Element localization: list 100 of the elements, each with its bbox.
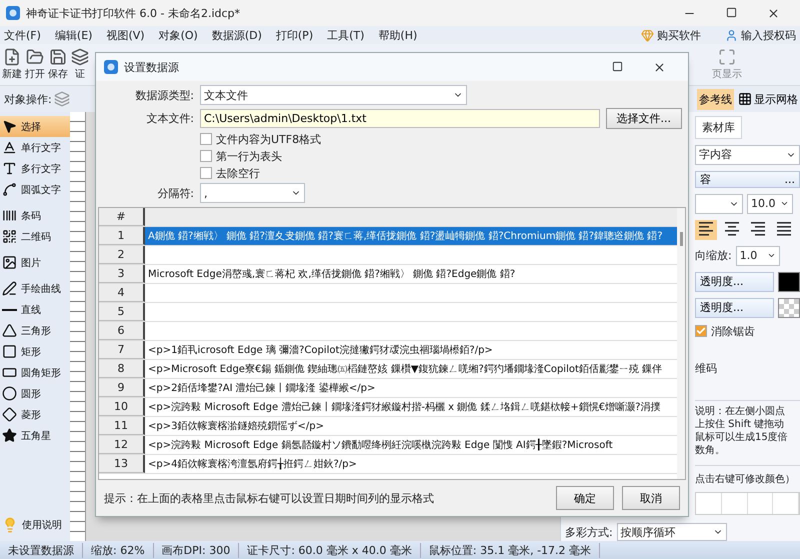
field-label: 数据源类型: [134,88,194,102]
checkbox-label: 文件内容为UTF8格式 [216,132,322,146]
tool-button[interactable]: 圆形 [0,383,70,404]
maximize-icon[interactable] [726,6,737,18]
status-text: 画布DPI: 300 [154,542,240,558]
scale-field[interactable]: 1.0 [736,246,780,266]
panel-tab[interactable]: 素材库 [695,116,742,139]
menu-item[interactable]: 打印(P) [276,28,314,42]
tool-button[interactable]: 多行文字 [0,158,70,179]
fill-button[interactable]: 透明度... [695,272,774,292]
grid-button[interactable]: 显示网格 [736,88,800,110]
content-select[interactable]: 字内容 [695,145,800,165]
folder-icon [26,48,44,66]
checkbox-label: 去除空行 [216,166,260,180]
row-number: 6 [99,322,145,340]
scrollbar[interactable] [677,208,685,479]
qr-code-icon [2,229,17,244]
field-label: 维码 [695,360,718,376]
field-label: 多彩方式: [565,524,613,540]
tool-button[interactable]: 二维码 [0,226,70,247]
license-link[interactable]: 输入授权码 [725,28,796,42]
menu-item[interactable]: 文件(F) [4,28,41,42]
pointer-icon [2,119,17,134]
tool-button[interactable]: 三角形 [0,320,70,341]
save-icon [49,48,67,66]
circle-icon [2,386,17,401]
type-select[interactable]: 文本文件 [200,85,467,105]
text-icon [2,161,17,176]
help-text: 数角。 [695,444,726,457]
close-icon[interactable] [767,6,780,20]
checkbox[interactable] [695,325,707,338]
layers-icon [54,91,70,107]
square-icon [2,344,17,359]
toolbar-button[interactable]: 证 [70,48,90,81]
tool-button[interactable]: 圆角矩形 [0,362,70,383]
barcode-icon [2,208,17,223]
checkbox[interactable] [200,150,212,162]
guides-button[interactable]: 参考线 [697,88,734,110]
maximize-icon[interactable] [612,60,623,72]
row-number: 7 [99,341,145,359]
menu-item[interactable]: 编辑(E) [54,28,92,42]
toolbar-button[interactable]: 打开 [24,48,46,81]
row-number: 4 [99,284,145,302]
buy-link[interactable]: 购买软件 [641,28,701,42]
align-button[interactable] [695,220,717,240]
image-icon [2,255,17,270]
font-size-field[interactable]: 10.0 [747,194,793,214]
field-label: 文本文件: [145,111,194,126]
ok-button[interactable]: 确定 [556,486,614,510]
menu-item[interactable]: 对象(O) [158,28,198,42]
row-number: 3 [99,265,145,283]
checkbox[interactable] [200,167,212,179]
new-file-icon [3,48,21,66]
tool-button[interactable]: 条码 [0,205,70,226]
menu-item[interactable]: 数据源(D) [212,28,262,42]
row-number: 11 [99,417,145,435]
menu-item[interactable]: 视图(V) [106,28,145,42]
help-text: 鼠标可以生成15度倍 [695,430,789,444]
toolbar-button[interactable]: 新建 [1,48,23,81]
help-text: 上按住 Shift 键拖动 [695,418,786,431]
column-header: # [99,208,145,226]
row-number: 5 [99,303,145,321]
content-button[interactable]: 容 ... [695,170,800,188]
help-button[interactable]: 使用说明 [0,514,70,535]
status-text: 缩放: 62% [83,542,154,558]
diamond-icon [2,407,17,422]
row-number: 12 [99,436,145,454]
tool-button[interactable]: 直线 [0,299,70,320]
tool-button[interactable]: 单行文字 [0,137,70,158]
tool-button[interactable]: 选择 [0,116,70,137]
rectangle-icon [2,365,17,380]
file-path-field[interactable]: C:\Users\admin\Desktop\1.txt [200,109,600,128]
app-logo-icon [6,6,20,20]
toolbar-button[interactable]: 保存 [47,48,69,81]
cancel-button[interactable]: 取消 [622,486,680,510]
close-icon[interactable] [653,60,666,74]
tool-button[interactable]: 手绘曲线 [0,278,70,299]
row-number: 10 [99,398,145,416]
tool-button[interactable]: 矩形 [0,341,70,362]
table-cell[interactable]: A鍘佹 鍣?缃戦〉 鍘佹 鍣?澶夊叏鍘佹 鍣?寰ㄈ蒋,缂佸拢鍘佹 鍣?盪屾牳鍘佹 鍣?Chromium鍘佹 鍣?鍏聰逧鍘佹 鍣? [145,227,677,245]
tool-button[interactable]: 菱形 [0,404,70,425]
tool-button[interactable]: 圆弧文字 [0,179,70,200]
separator-select[interactable]: , [200,183,305,203]
color-swatch[interactable] [778,272,800,292]
checkbox[interactable] [200,133,212,145]
tool-button[interactable]: 图片 [0,252,70,273]
row-number: 9 [99,379,145,397]
browse-button[interactable]: 选择文件... [606,108,682,129]
menu-item[interactable]: 帮助(H) [378,28,418,42]
mode-select[interactable]: 按顺序循环 [616,523,727,541]
tool-button[interactable]: 五角星 [0,425,70,446]
menu-item[interactable]: 工具(T) [327,28,364,42]
stroke-button[interactable]: 透明度... [695,298,774,318]
pen-icon [2,281,17,296]
triangle-icon [2,323,17,338]
align-icon [724,222,740,236]
color-swatch[interactable] [778,298,800,318]
help-text: 说明：在左侧小圆点 [695,404,786,418]
curve-icon [2,182,17,197]
grid-icon [738,92,752,106]
